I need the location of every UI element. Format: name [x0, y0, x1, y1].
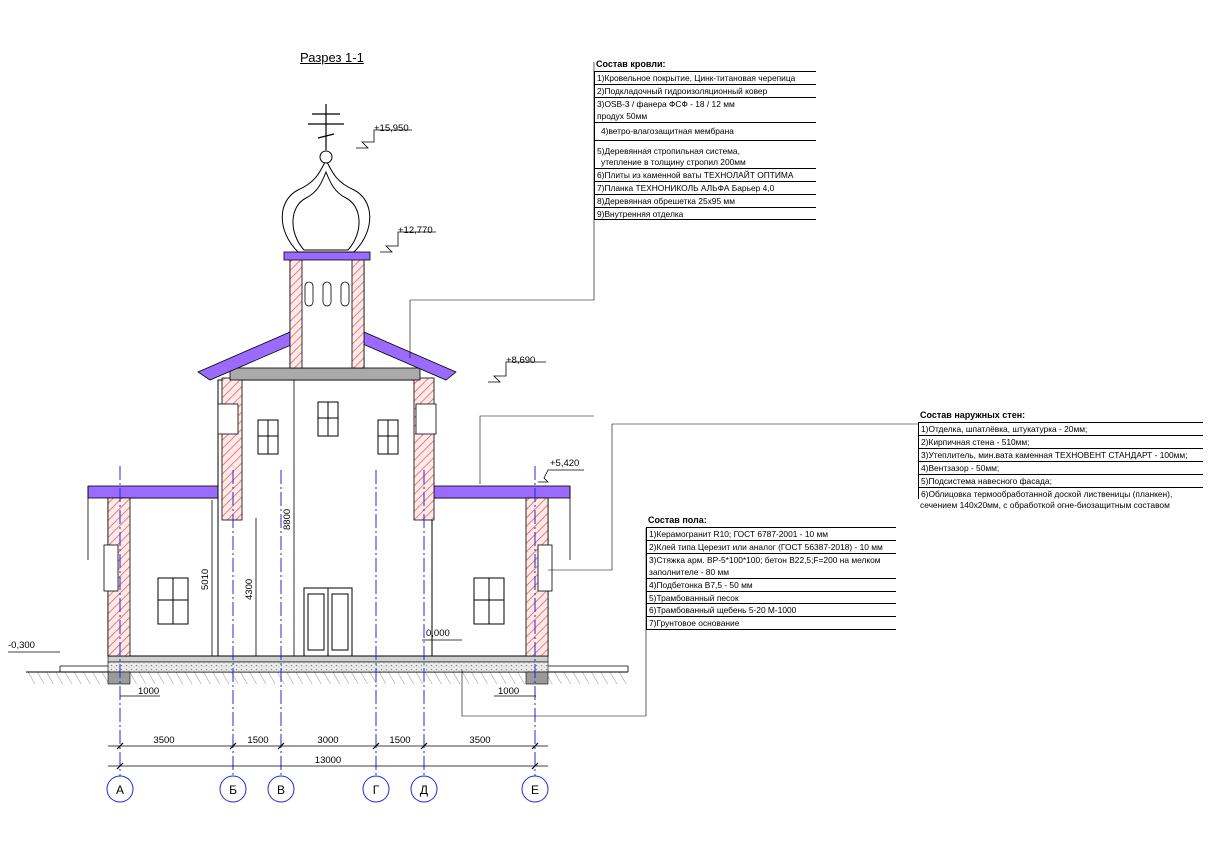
section-title: Разрез 1-1: [300, 50, 364, 65]
level-minus-0300: -0,300: [8, 640, 35, 651]
floor-row: 7)Грунтовое основание: [646, 617, 896, 630]
axis-label: Е: [531, 783, 539, 797]
dim-offset-right: 1000: [498, 686, 519, 697]
floor-row: 4)Подбетонка В7,5 - 50 мм: [646, 578, 896, 592]
axis-label: Б: [229, 783, 237, 797]
dim-offset-left: 1000: [138, 686, 159, 697]
level-12770: +12,770: [398, 225, 433, 236]
dim-5010: 5010: [200, 569, 211, 590]
axis-label: А: [116, 783, 124, 797]
level-0000: 0,000: [426, 628, 450, 639]
floor-row: 2)Клей типа Церезит или аналог (ГОСТ 563…: [646, 541, 896, 555]
walls-row: 6)Облицовка термообработанной доской лис…: [918, 487, 1203, 500]
floor-table-header: Состав пола:: [646, 515, 896, 529]
roof-row: продух 50мм: [594, 109, 816, 123]
entrance-door: [303, 587, 353, 657]
walls-table-header: Состав наружных стен:: [918, 410, 1203, 424]
level-5420: +5,420: [550, 458, 579, 469]
dim-span-3: 3000: [317, 735, 338, 746]
roof-table-header: Состав кровли:: [594, 59, 816, 73]
roof-row: 4)ветро-влагозащитная мембрана: [594, 122, 816, 141]
walls-row: 2)Кирпичная стена - 510мм;: [918, 436, 1203, 450]
floor-row: заполнителе - 80 мм: [646, 565, 896, 579]
dim-span-1: 3500: [153, 735, 174, 746]
dim-8800: 8800: [282, 509, 293, 530]
roof-row: 8)Деревянная обрешетка 25х95 мм: [594, 194, 816, 208]
onion-dome: [281, 150, 371, 253]
roof-table: Состав кровли: 1)Кровельное покрытие, Ци…: [594, 59, 816, 221]
walls-row: 5)Подсистема навесного фасада;: [918, 474, 1203, 488]
level-8690: +8,690: [506, 355, 535, 366]
dim-span-2: 1500: [247, 735, 268, 746]
cross-icon: [308, 104, 344, 150]
walls-row: 1)Отделка, шпатлёвка, штукатурка - 20мм;: [918, 423, 1203, 437]
level-15950: +15,950: [374, 123, 409, 134]
dim-total: 13000: [315, 755, 341, 766]
dim-span-4: 1500: [389, 735, 410, 746]
roof-row: 5)Деревянная стропильная система,: [594, 140, 816, 157]
dim-span-5: 3500: [469, 735, 490, 746]
walls-row: 3)Утеплитель, мин.вата каменная ТЕХНОВЕН…: [918, 449, 1203, 462]
roof-row: 6)Плиты из каменной ваты ТЕХНОЛАЙТ ОПТИМ…: [594, 169, 816, 182]
floor-row: 3)Стяжка арм. ВР-5*100*100; бетон В22,5;…: [646, 554, 896, 566]
roof-row: 7)Планка ТЕХНОНИКОЛЬ АЛЬФА Барьер 4,0: [594, 181, 816, 195]
walls-row: сечением 140х20мм, с обработкой огне-био…: [920, 500, 1170, 511]
floor-row: 5)Трамбованный песок: [646, 591, 896, 605]
floor-row: 1)Керамогранит R10; ГОСТ 6787-2001 - 10 …: [646, 528, 896, 542]
roof-row: 1)Кровельное покрытие, Цинк-титановая че…: [594, 72, 816, 86]
roof-row: 9)Внутренняя отделка: [594, 207, 816, 221]
floor-table: Состав пола: 1)Керамогранит R10; ГОСТ 67…: [646, 515, 896, 630]
walls-table: Состав наружных стен: 1)Отделка, шпатлёв…: [918, 410, 1203, 511]
roof-row: 2)Подкладочный гидроизоляционный ковер: [594, 85, 816, 99]
roof-row: 3)OSB-3 / фанера ФСФ - 18 / 12 мм: [594, 98, 816, 110]
dim-4300: 4300: [244, 579, 255, 600]
axis-label: В: [277, 783, 285, 797]
axis-label: Г: [373, 783, 380, 797]
floor-row: 6)Трамбованный щебень 5-20 М-1000: [646, 604, 896, 618]
axis-label: Д: [420, 783, 428, 797]
drum: [283, 251, 371, 369]
roof-row: утепление в толщину стропил 200мм: [594, 156, 816, 170]
walls-row: 4)Вентзазор - 50мм;: [918, 461, 1203, 475]
